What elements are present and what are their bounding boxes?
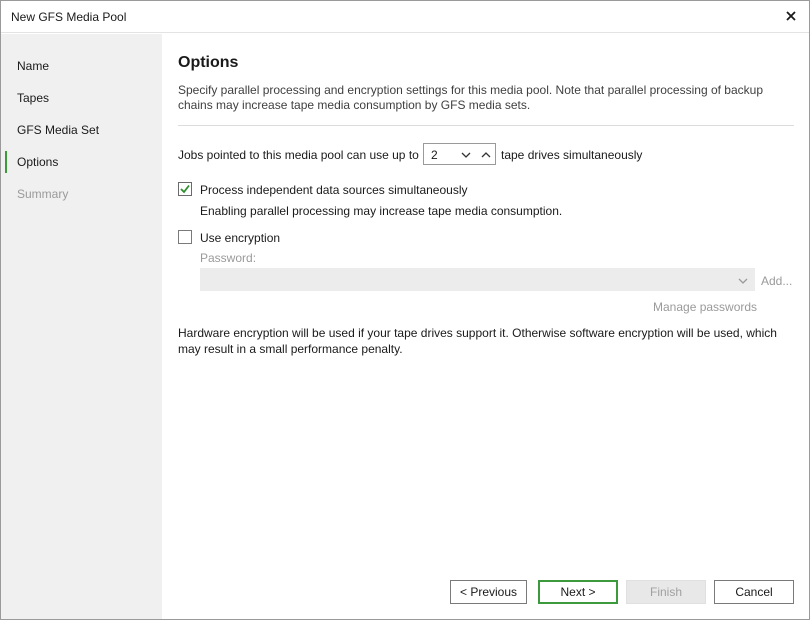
sidebar-item-tapes[interactable]: Tapes	[1, 87, 162, 111]
manage-passwords-link: Manage passwords	[653, 300, 758, 314]
previous-button[interactable]: < Previous	[450, 580, 527, 604]
sidebar-item-name[interactable]: Name	[1, 55, 162, 79]
divider	[178, 125, 794, 126]
tape-drives-prefix: Jobs pointed to this media pool can use …	[178, 148, 419, 162]
sidebar-item-label: Summary	[17, 187, 69, 201]
title-bar: New GFS Media Pool	[1, 1, 809, 33]
tape-drives-suffix: tape drives simultaneously	[501, 148, 643, 162]
sidebar-item-label: Name	[17, 59, 50, 73]
parallel-processing-note: Enabling parallel processing may increas…	[200, 204, 563, 218]
chevron-down-icon	[738, 273, 748, 287]
sidebar-item-label: GFS Media Set	[17, 123, 100, 137]
options-page: Options Specify parallel processing and …	[162, 34, 809, 619]
parallel-processing-label[interactable]: Process independent data sources simulta…	[200, 183, 468, 197]
page-title: Options	[178, 54, 239, 71]
sidebar-item-label: Tapes	[17, 91, 50, 105]
close-icon[interactable]	[781, 6, 801, 26]
parallel-processing-checkbox[interactable]	[178, 182, 192, 196]
sidebar-item-summary: Summary	[1, 183, 162, 207]
next-button[interactable]: Next >	[538, 580, 618, 604]
wizard-window: New GFS Media Pool Name Tapes GFS Media …	[0, 0, 810, 620]
window-title: New GFS Media Pool	[11, 10, 127, 24]
chevron-up-icon[interactable]	[477, 146, 495, 163]
page-description: Specify parallel processing and encrypti…	[178, 83, 763, 112]
sidebar-item-gfs-media-set[interactable]: GFS Media Set	[1, 119, 162, 143]
use-encryption-checkbox[interactable]	[178, 230, 192, 244]
tape-drives-stepper[interactable]: 2	[423, 143, 496, 165]
active-step-indicator	[5, 151, 7, 173]
password-label: Password:	[200, 251, 257, 265]
tape-drives-row: Jobs pointed to this media pool can use …	[178, 143, 788, 167]
use-encryption-label[interactable]: Use encryption	[200, 231, 280, 245]
finish-button: Finish	[626, 580, 706, 604]
wizard-steps-sidebar: Name Tapes GFS Media Set Options Summary	[1, 34, 162, 619]
hardware-encryption-note: Hardware encryption will be used if your…	[178, 326, 777, 356]
tape-drives-value[interactable]: 2	[431, 148, 438, 162]
chevron-down-icon[interactable]	[457, 146, 475, 163]
cancel-button[interactable]: Cancel	[714, 580, 794, 604]
sidebar-item-options[interactable]: Options	[1, 151, 162, 175]
checkmark-icon	[180, 184, 190, 194]
sidebar-item-label: Options	[17, 155, 59, 169]
password-select	[200, 268, 755, 291]
add-password-link: Add...	[761, 274, 793, 288]
